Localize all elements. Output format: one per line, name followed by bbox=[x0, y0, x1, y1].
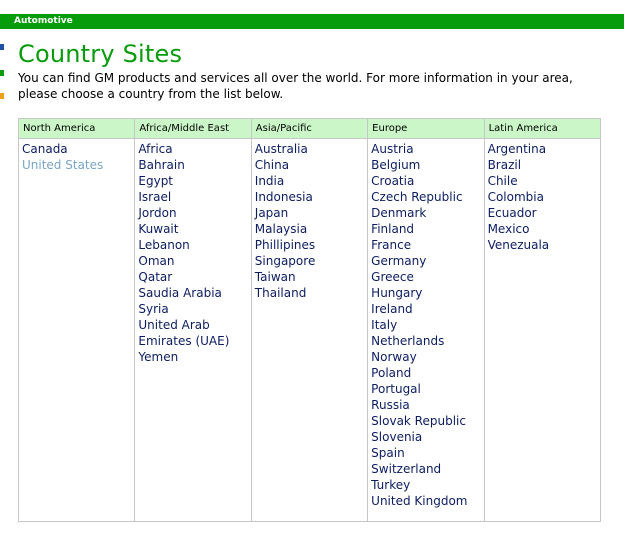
country-link[interactable]: Ecuador bbox=[488, 205, 600, 221]
country-link[interactable]: Netherlands bbox=[371, 333, 483, 349]
country-link[interactable]: Malaysia bbox=[255, 221, 367, 237]
country-list-africa-middle-east: Africa Bahrain Egypt Israel Jordon Kuwait Leba… bbox=[138, 141, 250, 365]
region-column-latin-america: Argentina Brazil Chile Colombia Ecuador Mexic… bbox=[483, 138, 602, 522]
country-link[interactable]: Belgium bbox=[371, 157, 483, 173]
country-link[interactable]: Brazil bbox=[488, 157, 600, 173]
country-link[interactable]: Czech Republic bbox=[371, 189, 483, 205]
country-link[interactable]: Jordon bbox=[138, 205, 250, 221]
automotive-header-bar: Automotive bbox=[0, 14, 624, 29]
country-link[interactable]: Africa bbox=[138, 141, 250, 157]
country-link[interactable]: Croatia bbox=[371, 173, 483, 189]
country-link[interactable]: Egypt bbox=[138, 173, 250, 189]
region-column-africa-middle-east: Africa Bahrain Egypt Israel Jordon Kuwait Leba… bbox=[134, 138, 252, 522]
region-header-row: North America Africa/Middle East Asia/Pa… bbox=[17, 118, 602, 139]
country-table: North America Africa/Middle East Asia/Pa… bbox=[17, 118, 602, 522]
country-link[interactable]: France bbox=[371, 237, 483, 253]
region-column-europe: Austria Belgium Croatia Czech Republic Denma… bbox=[367, 138, 485, 522]
country-link[interactable]: Argentina bbox=[488, 141, 600, 157]
automotive-label: Automotive bbox=[14, 16, 73, 26]
region-header-europe: Europe bbox=[367, 118, 485, 139]
intro-text: You can find GM products and services al… bbox=[18, 71, 573, 101]
country-list-row: Canada United States Africa Bahrain Egypt Is… bbox=[17, 138, 602, 522]
edge-mark-green bbox=[0, 70, 4, 76]
country-link[interactable]: Emirates (UAE) bbox=[138, 333, 250, 349]
country-link[interactable]: Hungary bbox=[371, 285, 483, 301]
country-link[interactable]: Venezuala bbox=[488, 237, 600, 253]
country-link[interactable]: Taiwan bbox=[255, 269, 367, 285]
country-link[interactable]: Spain bbox=[371, 445, 483, 461]
country-link[interactable]: Germany bbox=[371, 253, 483, 269]
country-link[interactable]: Qatar bbox=[138, 269, 250, 285]
country-link[interactable]: Phillipines bbox=[255, 237, 367, 253]
country-list-latin-america: Argentina Brazil Chile Colombia Ecuador Mexic… bbox=[488, 141, 600, 253]
country-link[interactable]: Austria bbox=[371, 141, 483, 157]
country-link[interactable]: Japan bbox=[255, 205, 367, 221]
country-link[interactable]: Lebanon bbox=[138, 237, 250, 253]
country-link[interactable]: Slovenia bbox=[371, 429, 483, 445]
country-list-asia-pacific: Australia China India Indonesia Japan Malaysi… bbox=[255, 141, 367, 301]
country-link[interactable]: Canada bbox=[22, 141, 134, 157]
country-link[interactable]: United Arab bbox=[138, 317, 250, 333]
country-link[interactable]: India bbox=[255, 173, 367, 189]
country-link[interactable]: China bbox=[255, 157, 367, 173]
country-link[interactable]: Saudia Arabia bbox=[138, 285, 250, 301]
country-link[interactable]: Chile bbox=[488, 173, 600, 189]
country-link[interactable]: Syria bbox=[138, 301, 250, 317]
country-link[interactable]: United States bbox=[22, 157, 134, 173]
country-link[interactable]: Thailand bbox=[255, 285, 367, 301]
country-link[interactable]: Finland bbox=[371, 221, 483, 237]
country-link[interactable]: Norway bbox=[371, 349, 483, 365]
country-link[interactable]: Ireland bbox=[371, 301, 483, 317]
country-list-europe: Austria Belgium Croatia Czech Republic Denma… bbox=[371, 141, 483, 509]
country-link[interactable]: Italy bbox=[371, 317, 483, 333]
country-link[interactable]: Slovak Republic bbox=[371, 413, 483, 429]
country-link[interactable]: Bahrain bbox=[138, 157, 250, 173]
country-link[interactable]: Indonesia bbox=[255, 189, 367, 205]
country-link[interactable]: Kuwait bbox=[138, 221, 250, 237]
edge-mark-orange bbox=[0, 93, 4, 99]
region-header-asia-pacific: Asia/Pacific bbox=[250, 118, 369, 139]
country-link[interactable]: Poland bbox=[371, 365, 483, 381]
region-header-africa-middle-east: Africa/Middle East bbox=[134, 118, 252, 139]
country-link[interactable]: Yemen bbox=[138, 349, 250, 365]
country-link[interactable]: Russia bbox=[371, 397, 483, 413]
country-link[interactable]: Israel bbox=[138, 189, 250, 205]
top-strip bbox=[0, 0, 634, 14]
region-header-latin-america: Latin America bbox=[483, 118, 602, 139]
region-column-asia-pacific: Australia China India Indonesia Japan Malaysi… bbox=[250, 138, 369, 522]
country-link[interactable]: Switzerland bbox=[371, 461, 483, 477]
country-link[interactable]: Portugal bbox=[371, 381, 483, 397]
country-link[interactable]: Denmark bbox=[371, 205, 483, 221]
country-link[interactable]: Colombia bbox=[488, 189, 600, 205]
country-list-north-america: Canada United States bbox=[22, 141, 134, 173]
page-title: Country Sites bbox=[18, 40, 183, 68]
country-link[interactable]: Mexico bbox=[488, 221, 600, 237]
region-header-north-america: North America bbox=[17, 118, 136, 139]
region-column-north-america: Canada United States bbox=[17, 138, 136, 522]
country-link[interactable]: Greece bbox=[371, 269, 483, 285]
country-link[interactable]: Turkey bbox=[371, 477, 483, 493]
country-link[interactable]: Singapore bbox=[255, 253, 367, 269]
country-link[interactable]: Australia bbox=[255, 141, 367, 157]
country-link[interactable]: United Kingdom bbox=[371, 493, 483, 509]
country-link[interactable]: Oman bbox=[138, 253, 250, 269]
edge-mark-blue bbox=[0, 44, 4, 50]
